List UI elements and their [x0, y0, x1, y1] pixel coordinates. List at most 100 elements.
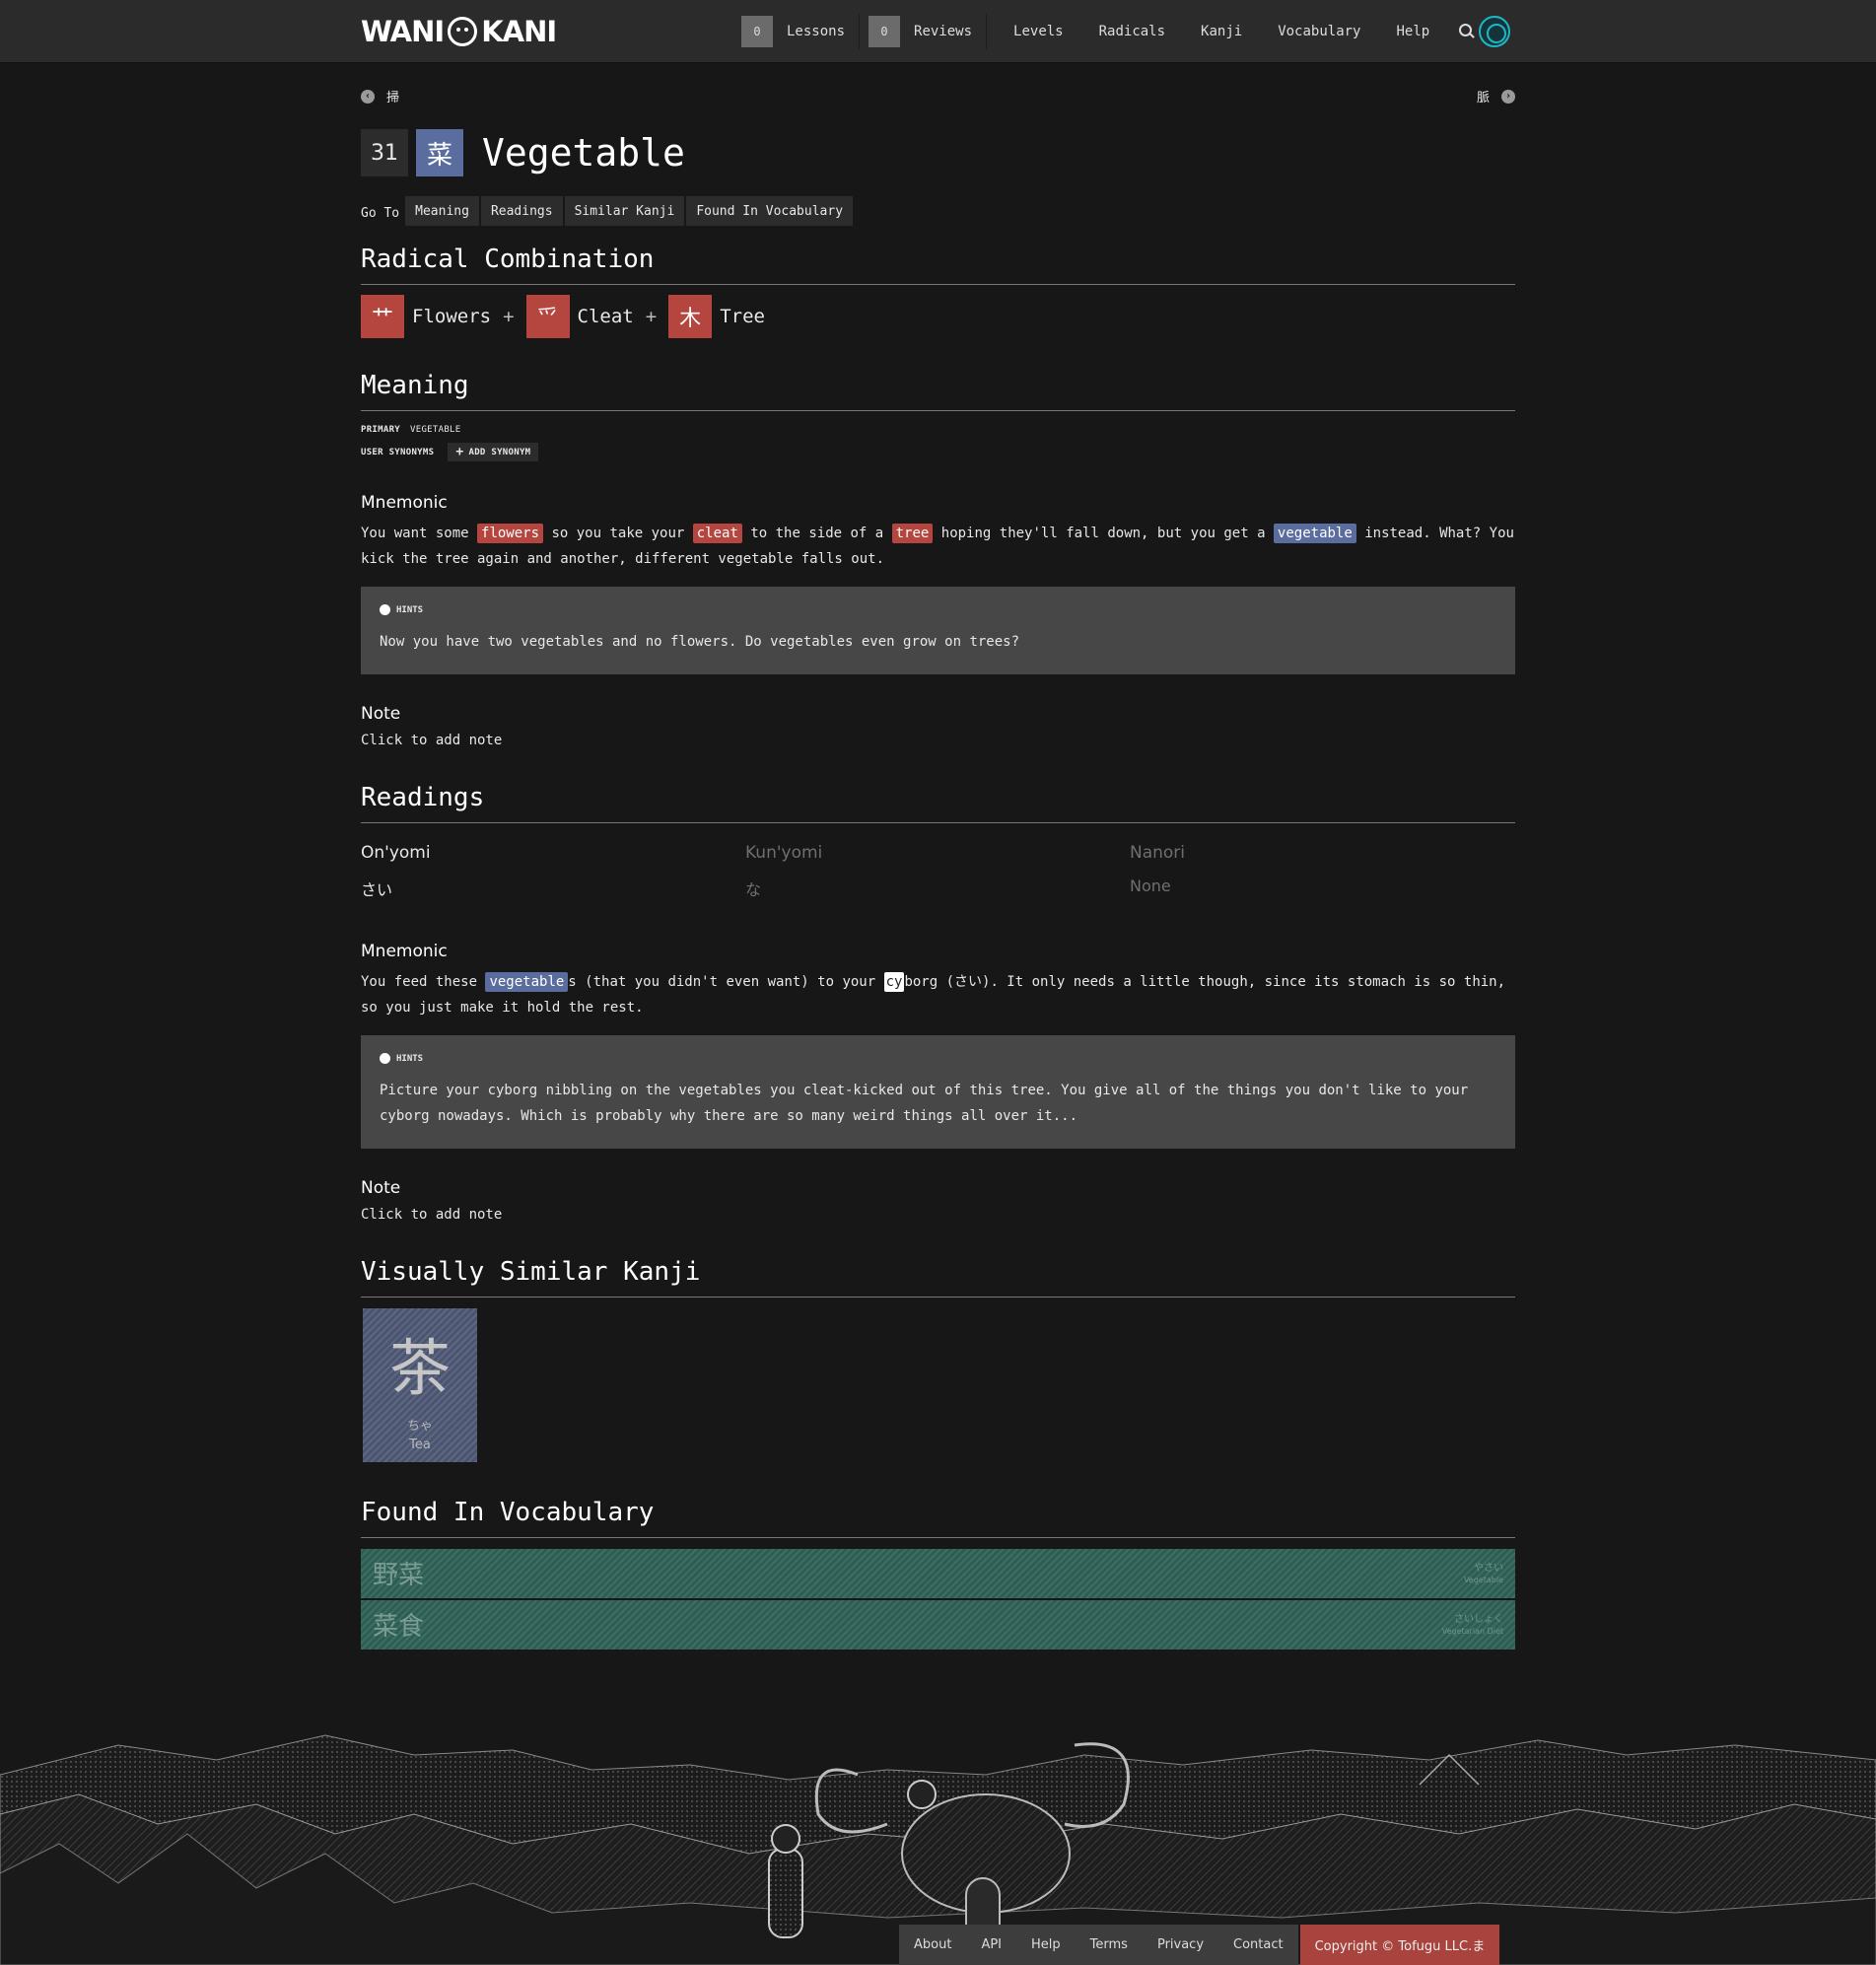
meaning-hint-text: Now you have two vegetables and no flowe…	[380, 634, 1020, 650]
add-synonym-button[interactable]: + ADD SYNONYM	[448, 443, 539, 461]
radical-tree-name[interactable]: Tree	[720, 306, 765, 327]
kunyomi-column: Kun'yomi な	[745, 843, 1130, 900]
found-in-vocabulary-heading: Found In Vocabulary	[361, 1498, 1515, 1538]
arrow-left-icon: ‹	[361, 89, 375, 104]
user-avatar[interactable]	[1479, 16, 1510, 47]
footer-help-link[interactable]: Help	[1016, 1925, 1076, 1965]
nav-vocabulary[interactable]: Vocabulary	[1260, 24, 1378, 39]
vocabulary-meaning: Vegetable	[1463, 1576, 1503, 1584]
primary-meaning-row: PRIMARY VEGETABLE	[361, 425, 1515, 435]
wanikani-logo[interactable]: WANI KANI	[361, 12, 557, 51]
meaning-mnemonic-heading: Mnemonic	[361, 493, 448, 513]
previous-kanji: 掃	[386, 91, 400, 105]
next-kanji: 脈	[1476, 91, 1490, 105]
hints-label: HINTS	[396, 604, 424, 615]
radical-highlight: tree	[891, 524, 934, 543]
mnemonic-text: so you take your	[543, 526, 693, 541]
copyright-notice: Copyright © Tofugu LLC.ま	[1299, 1925, 1500, 1965]
level-badge[interactable]: 31	[361, 129, 408, 176]
user-synonyms-label: USER SYNONYMS	[361, 447, 435, 457]
footer-api-link[interactable]: API	[966, 1925, 1017, 1965]
footer-about-link[interactable]: About	[899, 1925, 967, 1965]
readings-grid: On'yomi さい Kun'yomi な Nanori None	[361, 843, 1515, 900]
radical-cleat-char[interactable]: 爫	[525, 295, 570, 338]
nanori-column: Nanori None	[1130, 843, 1514, 900]
nav-help[interactable]: Help	[1379, 24, 1448, 39]
meaning-heading: Meaning	[361, 371, 1515, 411]
kanji-highlight: vegetable	[1273, 524, 1356, 543]
similar-kanji-heading: Visually Similar Kanji	[361, 1257, 1515, 1298]
meaning-hints-box: HINTS Now you have two vegetables and no…	[361, 587, 1515, 674]
reviews-count: 0	[869, 16, 901, 47]
vocabulary-word: 野菜	[373, 1561, 425, 1590]
nav-levels[interactable]: Levels	[996, 24, 1081, 39]
page-title: 31 菜 Vegetable	[361, 129, 1515, 176]
onyomi-label: On'yomi	[361, 843, 431, 863]
vocabulary-meaning: Vegetarian Diet	[1441, 1627, 1503, 1636]
kanji-pager: ‹ 掃 脈 ›	[361, 63, 1515, 122]
similar-kanji-meaning: Tea	[409, 1438, 431, 1452]
radical-highlight: cleat	[692, 524, 742, 543]
vocabulary-word: 菜食	[373, 1612, 425, 1642]
main-nav: 0 Lessons 0 Reviews Levels Radicals Kanj…	[741, 14, 1477, 49]
goto-meaning-button[interactable]: Meaning	[405, 196, 479, 226]
plus-icon: +	[645, 306, 658, 327]
footer-terms-link[interactable]: Terms	[1075, 1925, 1143, 1965]
goto-readings-button[interactable]: Readings	[480, 196, 563, 226]
add-synonym-label: ADD SYNONYM	[468, 447, 531, 457]
footer-links: About API Help Terms Privacy Contact Cop…	[899, 1925, 1500, 1965]
footer-contact-link[interactable]: Contact	[1218, 1925, 1298, 1965]
top-navigation-bar: WANI KANI 0 Lessons 0 Reviews Levels Radi…	[0, 0, 1876, 63]
meaning-mnemonic: You want some flowers so you take your c…	[361, 521, 1515, 572]
meaning-add-note-link[interactable]: Click to add note	[361, 733, 1515, 748]
reading-add-note-link[interactable]: Click to add note	[361, 1207, 1515, 1223]
info-icon	[380, 1053, 390, 1064]
nav-kanji[interactable]: Kanji	[1183, 24, 1260, 39]
reviews-button[interactable]: 0 Reviews	[869, 14, 988, 49]
reading-note-heading: Note	[361, 1178, 401, 1198]
user-synonyms-row: USER SYNONYMS + ADD SYNONYM	[361, 443, 1515, 461]
footer-privacy-link[interactable]: Privacy	[1142, 1925, 1219, 1965]
primary-value: VEGETABLE	[410, 425, 461, 435]
mnemonic-text: You want some	[361, 526, 478, 541]
radical-highlight: flowers	[477, 524, 544, 543]
info-icon	[380, 604, 390, 615]
search-icon[interactable]	[1457, 22, 1477, 41]
radical-flowers-name[interactable]: Flowers	[412, 306, 491, 327]
reading-mnemonic-heading: Mnemonic	[361, 942, 448, 961]
reading-highlight: cy	[883, 972, 905, 992]
similar-kanji-char: 茶	[388, 1332, 451, 1404]
kanji-meaning-title: Vegetable	[482, 131, 685, 175]
nanori-label: Nanori	[1130, 843, 1186, 863]
reading-mnemonic: You feed these vegetable s (that you didn…	[361, 969, 1515, 1020]
vocabulary-item[interactable]: 菜食 さいしょく Vegetarian Diet	[361, 1600, 1515, 1649]
main-content: ‹ 掃 脈 › 31 菜 Vegetable Go To Meaning Rea…	[361, 63, 1515, 1649]
similar-kanji-section: Visually Similar Kanji 茶 ちゃ Tea	[361, 1257, 1515, 1462]
goto-label: Go To	[361, 205, 400, 221]
goto-vocabulary-button[interactable]: Found In Vocabulary	[686, 196, 854, 226]
radical-tree-char[interactable]: 木	[668, 295, 713, 338]
onyomi-column: On'yomi さい	[361, 843, 745, 900]
radical-flowers-char[interactable]: 艹	[361, 295, 404, 338]
reading-hints-box: HINTS Picture your cyborg nibbling on th…	[361, 1035, 1515, 1149]
vocabulary-item[interactable]: 野菜 やさい Vegetable	[361, 1549, 1515, 1598]
nanori-value: None	[1130, 877, 1171, 895]
goto-similar-kanji-button[interactable]: Similar Kanji	[564, 196, 685, 226]
plus-icon: +	[455, 445, 464, 459]
kunyomi-label: Kun'yomi	[745, 843, 823, 863]
reading-note: Note Click to add note	[361, 1178, 1515, 1223]
previous-kanji-link[interactable]: ‹ 掃	[361, 87, 399, 105]
similar-kanji-card[interactable]: 茶 ちゃ Tea	[363, 1308, 477, 1462]
plus-icon: +	[503, 306, 515, 327]
radical-cleat-name[interactable]: Cleat	[578, 306, 634, 327]
mnemonic-text: to the side of a	[741, 526, 892, 541]
onyomi-value: さい	[361, 880, 393, 899]
radical-combination-section: Radical Combination 艹 Flowers + 爫 Cleat …	[361, 245, 1515, 338]
radical-combination-heading: Radical Combination	[361, 245, 1515, 285]
arrow-right-icon: ›	[1501, 89, 1515, 104]
nav-radicals[interactable]: Radicals	[1081, 24, 1183, 39]
next-kanji-link[interactable]: 脈 ›	[1477, 87, 1515, 105]
primary-label: PRIMARY	[361, 425, 401, 435]
lessons-button[interactable]: 0 Lessons	[741, 14, 861, 49]
hints-header: HINTS	[380, 604, 1496, 615]
